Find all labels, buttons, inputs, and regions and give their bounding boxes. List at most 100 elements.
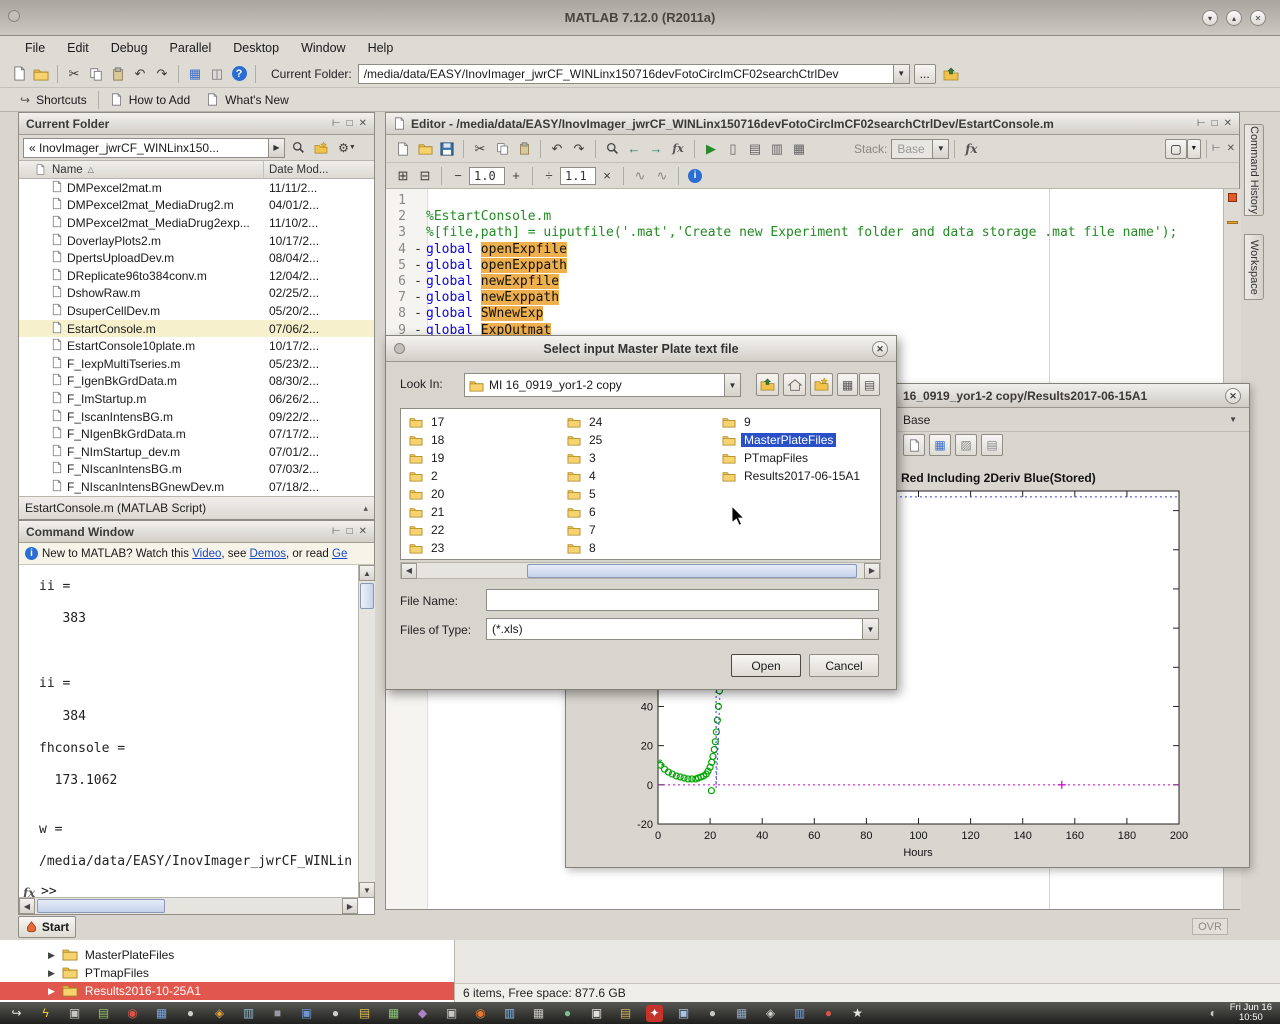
redo-button[interactable]: ↷ [151,63,173,85]
layout-tool-icon[interactable]: ▤ [981,434,1003,456]
run-button[interactable]: ▶ [700,138,722,160]
undo-button[interactable]: ↶ [129,63,151,85]
home-button[interactable] [783,373,806,396]
paste-button[interactable] [107,63,129,85]
file-row[interactable]: DMPexcel2mat_MediaDrug2exp...11/10/2... [19,214,374,232]
value-field-1[interactable]: 1.0 [469,167,505,185]
chevron-down-icon[interactable]: ▼ [1229,408,1237,432]
whats-new-link[interactable]: What's New [225,93,289,107]
session-icon[interactable]: ◐ [1205,1005,1222,1022]
taskbar-app-icon[interactable]: ● [704,1005,721,1022]
dialog-horizontal-scrollbar[interactable]: ◀ ▶ [400,562,881,579]
eval-advance-icon[interactable]: ∿ [651,165,673,187]
table-icon[interactable]: ▦ [929,434,951,456]
file-row[interactable]: DsuperCellDev.m05/20/2... [19,302,374,320]
taskbar-clock[interactable]: ◐ Fri Jun 1610:50 [1205,1003,1272,1024]
save-button[interactable] [436,138,458,160]
simulink-icon[interactable]: ▦ [184,63,206,85]
code-line[interactable]: 2%EstartConsole.m [386,209,1223,225]
current-folder-header[interactable]: Current Folder ⊢ □ ✕ [19,113,374,135]
taskbar-app-icon[interactable]: ✦ [646,1005,663,1022]
publish-icon[interactable]: ▥ [766,138,788,160]
taskbar-app-icon[interactable]: ● [559,1005,576,1022]
dialog-file-list[interactable]: 171819220212223 2425345678 9MasterPlateF… [400,408,881,560]
video-link[interactable]: Video [192,548,221,560]
chevron-right-icon[interactable]: ▶ [268,139,284,157]
file-row[interactable]: F_IexpMultiTseries.m05/23/2... [19,355,374,373]
paste-button[interactable] [513,138,535,160]
open-button[interactable]: Open [731,654,801,677]
taskbar-app-icon[interactable]: ◉ [124,1005,141,1022]
multiply-button[interactable]: × [596,165,618,187]
taskbar-app-icon[interactable]: ◆ [414,1005,431,1022]
dialog-folder-item[interactable]: 8 [567,539,717,557]
taskbar-app-icon[interactable]: ● [820,1005,837,1022]
redo-button[interactable]: ↷ [568,138,590,160]
close-editor-icon[interactable]: ✕ [1227,143,1235,154]
how-to-add-link[interactable]: How to Add [129,93,190,107]
increase-value-button[interactable]: + [505,165,527,187]
dialog-folder-item[interactable]: 21 [409,503,559,521]
taskbar-app-icon[interactable]: ▦ [153,1005,170,1022]
dialog-folder-item[interactable]: 6 [567,503,717,521]
insert-cell-icon[interactable]: ▤ [744,138,766,160]
taskbar-app-icon[interactable]: ▥ [240,1005,257,1022]
file-row[interactable]: DReplicate96to384conv.m12/04/2... [19,267,374,285]
file-details-footer[interactable]: EstartConsole.m (MATLAB Script) ▴ [19,496,374,519]
taskbar-app-icon[interactable]: ▣ [443,1005,460,1022]
file-row[interactable]: F_NIgenBkGrdData.m07/17/2... [19,425,374,443]
new-folder-button[interactable] [810,373,833,396]
taskbar-app-icon[interactable]: ▣ [675,1005,692,1022]
taskbar-app-icon[interactable]: ■ [269,1005,286,1022]
file-row[interactable]: DMPexcel2mat.m11/11/2... [19,179,374,197]
find-icon[interactable] [601,138,623,160]
open-file-button[interactable] [414,138,436,160]
copy-button[interactable] [491,138,513,160]
browse-folder-button[interactable]: ... [914,64,936,84]
maximize-panel-icon[interactable]: □ [1212,118,1218,129]
dialog-folder-item[interactable]: 17 [409,413,559,431]
close-panel-icon[interactable]: ✕ [359,526,367,537]
dialog-folder-item[interactable]: 18 [409,431,559,449]
start-button[interactable]: Start [18,916,76,938]
column-date[interactable]: Date Mod... [269,164,328,176]
cut-button[interactable]: ✂ [63,63,85,85]
tab-command-history[interactable]: Command History [1244,124,1264,216]
function-browser-icon[interactable]: fx [667,138,689,160]
new-doc-icon[interactable] [903,434,925,456]
close-panel-icon[interactable]: ✕ [1224,118,1232,129]
up-folder-button[interactable] [940,63,962,85]
eval-icon[interactable]: ∿ [629,165,651,187]
expander-icon[interactable]: ▶ [48,968,55,979]
command-window-header[interactable]: Command Window ⊢ □ ✕ [19,521,374,543]
file-list-column-header[interactable]: Name △ Date Mod... [19,161,374,179]
new-file-button[interactable] [8,63,30,85]
back-button[interactable]: ← [623,138,645,160]
file-row[interactable]: F_NImStartup_dev.m07/01/2... [19,443,374,461]
dock-icon[interactable]: ⊢ [1197,118,1206,129]
chevron-down-icon[interactable]: ▼ [724,374,740,396]
new-file-button[interactable] [392,138,414,160]
help-button[interactable]: ? [228,63,250,85]
chevron-down-icon[interactable]: ▼ [862,619,878,639]
scroll-left-icon[interactable]: ◀ [19,898,35,914]
demos-link[interactable]: Demos [250,548,286,560]
dock-icon[interactable]: ⊢ [332,118,341,129]
cut-button[interactable]: ✂ [469,138,491,160]
forward-button[interactable]: → [645,138,667,160]
taskbar-app-icon[interactable]: ▦ [530,1005,547,1022]
code-line[interactable]: 1 [386,193,1223,209]
dialog-folder-item[interactable]: 22 [409,521,559,539]
mlint-marker[interactable] [1227,221,1238,224]
figure-stack-value[interactable]: Base [903,408,930,432]
dialog-folder-item[interactable]: MasterPlateFiles [722,431,880,449]
file-browser-row[interactable]: ▶MasterPlateFiles [0,946,454,964]
copy-button[interactable] [85,63,107,85]
tab-workspace[interactable]: Workspace [1244,234,1264,300]
address-combo[interactable]: « InovImager_jwrCF_WINLinx150... ▶ [23,138,285,158]
info-icon[interactable]: i [684,165,706,187]
taskbar-app-icon[interactable]: ▣ [298,1005,315,1022]
look-in-combo[interactable]: MI 16_0919_yor1-2 copy ▼ [464,373,741,397]
dock-icon[interactable]: ⊢ [1212,143,1221,154]
menu-debug[interactable]: Debug [100,38,159,58]
